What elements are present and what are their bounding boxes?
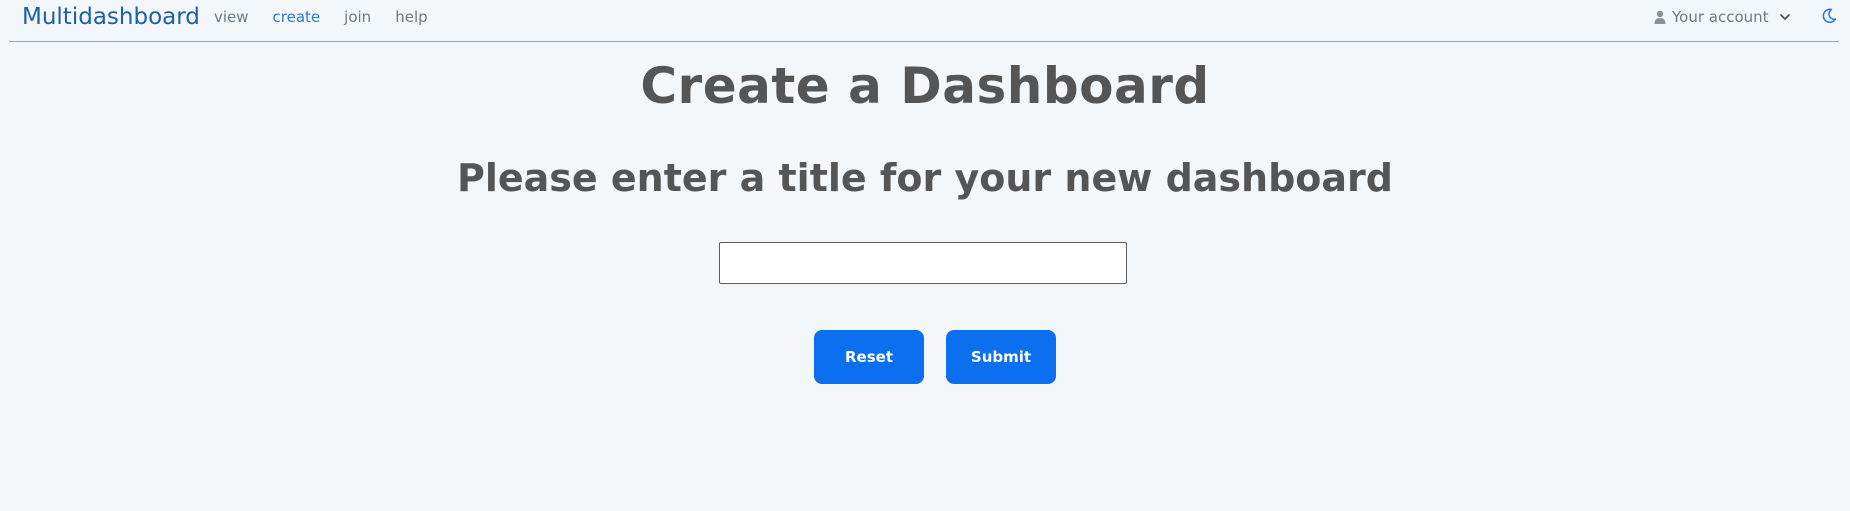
nav-link-view[interactable]: view: [214, 8, 249, 27]
nav-link-join[interactable]: join: [344, 8, 371, 27]
nav-links: view create join help: [214, 8, 452, 27]
moon-icon[interactable]: [1821, 8, 1837, 24]
page-title: Create a Dashboard: [640, 57, 1210, 115]
submit-button[interactable]: Submit: [946, 330, 1056, 384]
title-prompt: Please enter a title for your new dashbo…: [457, 156, 1393, 200]
top-navbar: Multidashboard view create join help You…: [9, 0, 1839, 42]
user-icon: [1654, 10, 1666, 24]
reset-button[interactable]: Reset: [814, 330, 924, 384]
nav-link-create[interactable]: create: [273, 8, 321, 27]
account-dropdown[interactable]: Your account: [1654, 8, 1791, 26]
dashboard-title-input[interactable]: [719, 242, 1127, 284]
nav-link-help[interactable]: help: [395, 8, 427, 27]
brand-link[interactable]: Multidashboard: [22, 4, 200, 30]
chevron-down-icon: [1779, 14, 1790, 20]
account-label: Your account: [1672, 8, 1769, 26]
